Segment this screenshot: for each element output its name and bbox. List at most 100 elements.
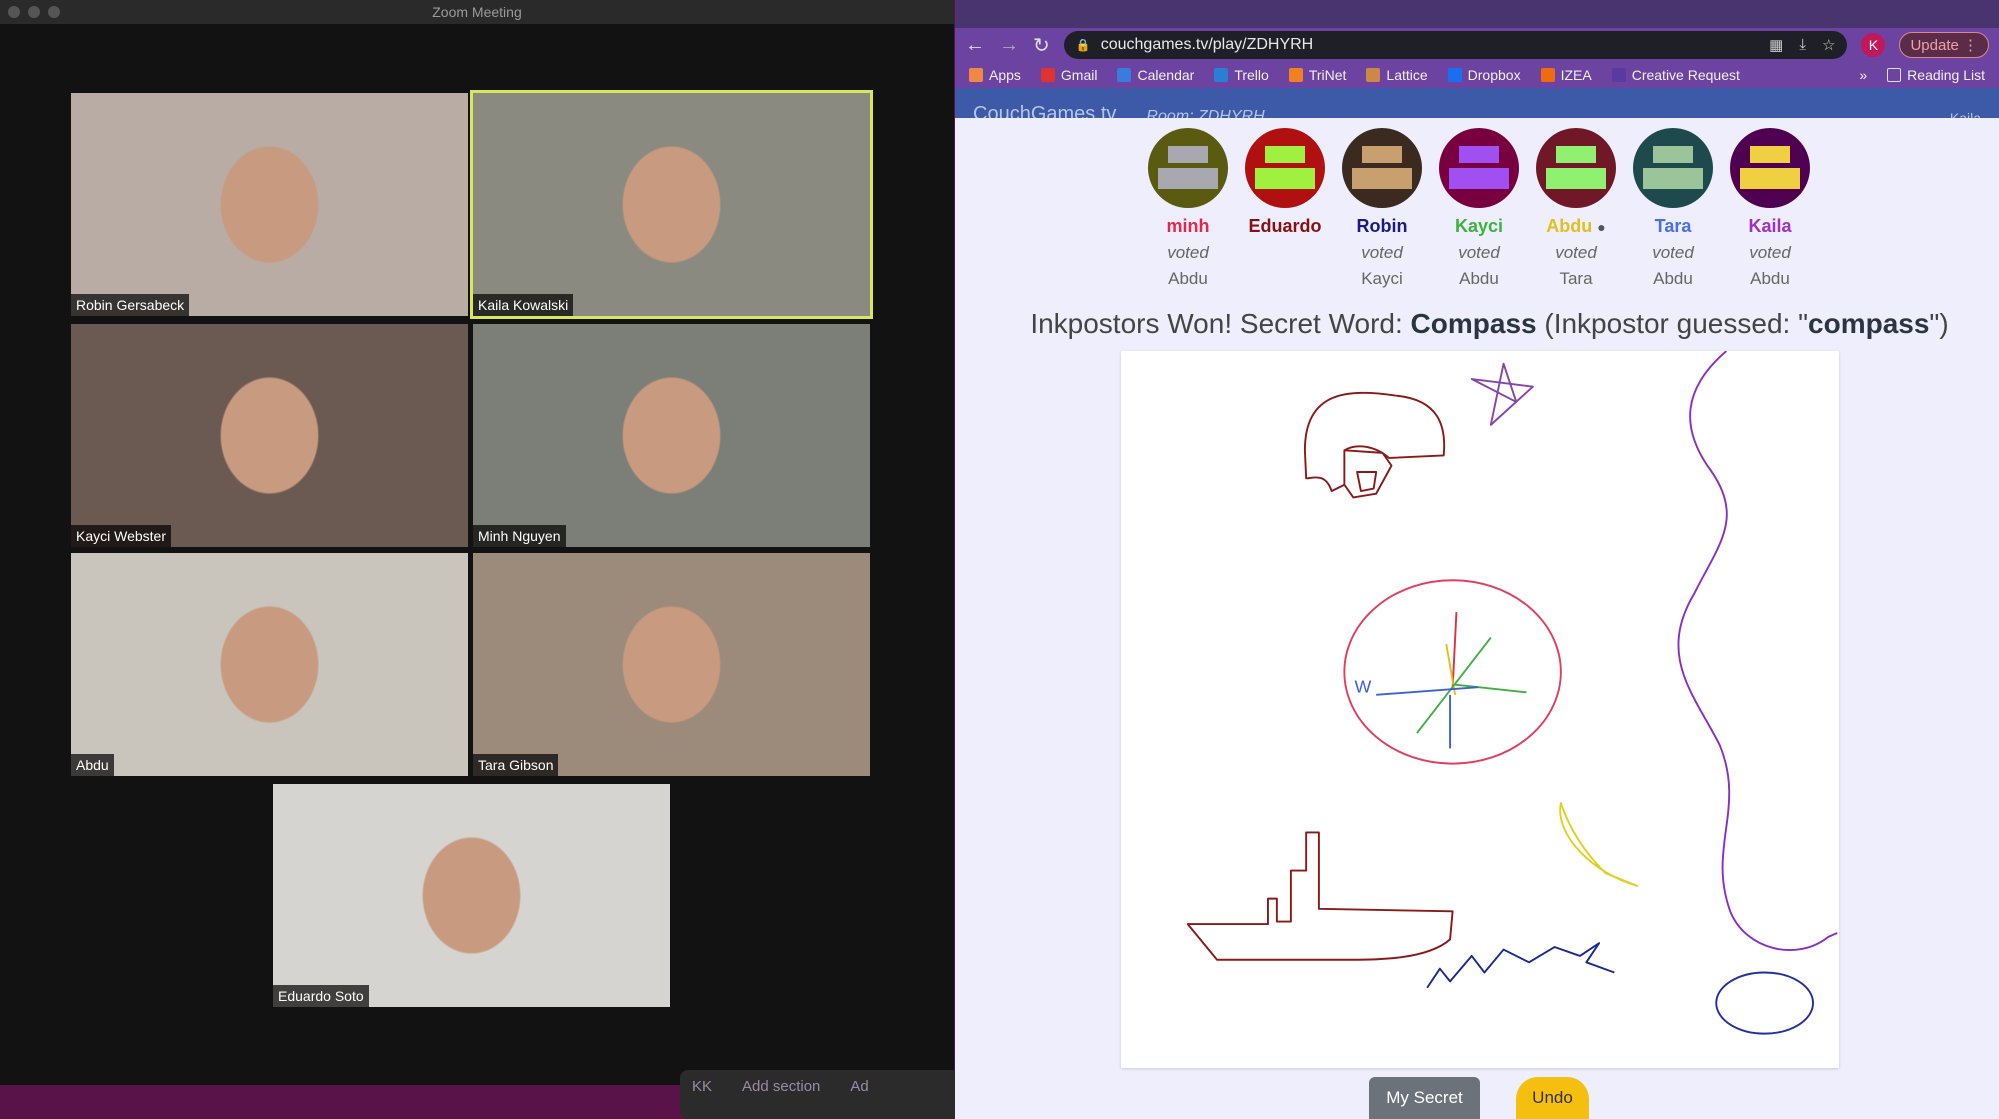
drawing-canvas[interactable]: W bbox=[1121, 350, 1839, 1068]
site-brand[interactable]: CouchGames.tv bbox=[973, 103, 1116, 118]
bookmark-label: TriNet bbox=[1308, 67, 1347, 83]
stroke-oval bbox=[1715, 971, 1814, 1035]
partial-item: Ad bbox=[850, 1078, 869, 1095]
player-name: minh bbox=[1166, 216, 1210, 236]
bookmark-icon bbox=[1447, 68, 1462, 82]
video-tile[interactable]: Abdu bbox=[71, 553, 468, 776]
address-bar[interactable]: 🔒 couchgames.tv/play/ZDHYRH ▦ ⤓ ☆ bbox=[1063, 31, 1848, 59]
bookmarks-overflow[interactable]: » bbox=[1859, 67, 1867, 83]
player-card: Tara voted Abdu bbox=[1625, 128, 1721, 289]
reload-icon[interactable]: ↻ bbox=[1033, 33, 1050, 58]
window-controls[interactable] bbox=[8, 6, 60, 18]
stroke-ship bbox=[1186, 831, 1454, 961]
stroke-compass-blue bbox=[1376, 686, 1479, 749]
voted-label: voted bbox=[1167, 243, 1209, 262]
player-name: Abdu bbox=[1546, 216, 1593, 236]
drawing-strokes: W bbox=[1186, 350, 1838, 1035]
stroke-hat bbox=[1303, 391, 1446, 499]
secret-word: Compass bbox=[1410, 308, 1537, 339]
install-icon[interactable]: ⤓ bbox=[1799, 36, 1806, 54]
video-tile[interactable]: Robin Gersabeck bbox=[71, 93, 468, 316]
player-avatar bbox=[1536, 128, 1616, 208]
player-avatar bbox=[1148, 128, 1228, 208]
player-avatar bbox=[1439, 128, 1519, 208]
bookmark-label: Lattice bbox=[1386, 67, 1428, 83]
vote-target: Abdu bbox=[1459, 269, 1499, 288]
player-card: Robin voted Kayci bbox=[1334, 128, 1430, 289]
zoom-bottom-bar: KK Add section Ad bbox=[680, 1070, 960, 1119]
video-tile[interactable]: Eduardo Soto bbox=[273, 784, 670, 1007]
bookmark-label: Trello bbox=[1234, 67, 1269, 83]
browser-window: ← → ↻ 🔒 couchgames.tv/play/ZDHYRH ▦ ⤓ ☆ K … bbox=[955, 0, 1999, 1119]
video-tile[interactable]: Kaila Kowalski bbox=[470, 90, 873, 319]
qr-icon[interactable]: ▦ bbox=[1769, 36, 1783, 54]
tab-strip[interactable] bbox=[955, 0, 1999, 28]
forward-icon[interactable]: → bbox=[999, 34, 1019, 57]
participant-name: Tara Gibson bbox=[473, 754, 559, 776]
bookmark-item[interactable]: Calendar bbox=[1117, 67, 1194, 83]
voted-label: voted bbox=[1361, 243, 1403, 262]
my-secret-button[interactable]: My Secret bbox=[1369, 1077, 1480, 1119]
voted-label: voted bbox=[1652, 243, 1694, 262]
player-card: Kayci voted Abdu bbox=[1431, 128, 1527, 289]
result-heading: Inkpostors Won! Secret Word: Compass (In… bbox=[955, 308, 1999, 340]
player-avatar bbox=[1633, 128, 1713, 208]
player-name: Kaila bbox=[1748, 216, 1792, 236]
stroke-compass-green bbox=[1416, 636, 1527, 734]
update-button[interactable]: Update ⋮ bbox=[1899, 32, 1989, 58]
voted-label: voted bbox=[1458, 243, 1500, 262]
player-name: Kayci bbox=[1454, 216, 1504, 236]
bookmarks-bar: Apps Gmail Calendar Trello TriNet Lattice Drop… bbox=[955, 62, 1999, 88]
bookmark-label: Gmail bbox=[1060, 67, 1098, 83]
video-tile[interactable]: Tara Gibson bbox=[473, 553, 870, 776]
stroke-compass-red bbox=[1451, 612, 1458, 689]
result-mid: (Inkpostor guessed: " bbox=[1536, 308, 1809, 339]
vote-target: Abdu bbox=[1653, 269, 1693, 288]
player-card: Kaila voted Abdu bbox=[1722, 128, 1818, 289]
profile-avatar[interactable]: K bbox=[1861, 33, 1886, 57]
add-section-button[interactable]: Add section bbox=[742, 1078, 820, 1095]
zoom-titlebar: Zoom Meeting bbox=[0, 0, 954, 24]
initials: KK bbox=[692, 1078, 713, 1095]
bookmark-icon bbox=[1540, 68, 1555, 82]
player-name: Tara bbox=[1654, 216, 1692, 236]
player-name: Robin bbox=[1356, 216, 1408, 236]
guessed-word: compass bbox=[1808, 308, 1930, 339]
room-code: Room: ZDHYRH bbox=[1146, 108, 1265, 118]
bookmark-icon bbox=[1288, 68, 1303, 82]
compass-w-label: W bbox=[1355, 676, 1372, 696]
reading-list-button[interactable]: Reading List bbox=[1887, 67, 1985, 83]
zoom-window: Zoom Meeting Robin Gersabeck Kaila Kowals… bbox=[0, 0, 960, 1119]
bookmark-label: IZEA bbox=[1560, 67, 1592, 83]
bookmark-item[interactable]: TriNet bbox=[1288, 67, 1347, 83]
bookmark-label: Apps bbox=[989, 67, 1021, 83]
bookmark-item[interactable]: Apps bbox=[969, 67, 1021, 83]
star-icon[interactable]: ☆ bbox=[1822, 36, 1835, 54]
player-avatar bbox=[1730, 128, 1810, 208]
browser-toolbar: ← → ↻ 🔒 couchgames.tv/play/ZDHYRH ▦ ⤓ ☆ K … bbox=[955, 28, 1999, 62]
bookmark-icon bbox=[1214, 68, 1229, 82]
player-card: Eduardo bbox=[1237, 128, 1333, 243]
url-text: couchgames.tv/play/ZDHYRH bbox=[1100, 36, 1314, 53]
user-name: Kaila bbox=[1949, 110, 1981, 118]
bookmark-item[interactable]: Gmail bbox=[1040, 67, 1098, 83]
undo-button[interactable]: Undo bbox=[1516, 1077, 1589, 1119]
back-icon[interactable]: ← bbox=[965, 34, 985, 57]
stroke-yellow-sail bbox=[1559, 802, 1639, 887]
bookmark-item[interactable]: Trello bbox=[1214, 67, 1269, 83]
player-card: Abdu ● voted Tara bbox=[1528, 128, 1624, 289]
video-tile[interactable]: Kayci Webster bbox=[71, 324, 468, 547]
host-icon: ● bbox=[1597, 219, 1606, 235]
bookmark-item[interactable]: IZEA bbox=[1540, 67, 1592, 83]
bookmark-item[interactable]: Lattice bbox=[1366, 67, 1428, 83]
result-suffix: ") bbox=[1929, 308, 1949, 339]
participant-name: Kaila Kowalski bbox=[473, 294, 574, 316]
reading-list-icon bbox=[1887, 68, 1902, 82]
reading-list-label: Reading List bbox=[1907, 67, 1985, 83]
participant-name: Minh Nguyen bbox=[473, 525, 566, 547]
voted-label: voted bbox=[1749, 243, 1791, 262]
bookmark-item[interactable]: Dropbox bbox=[1447, 67, 1521, 83]
video-tile[interactable]: Minh Nguyen bbox=[473, 324, 870, 547]
bookmark-item[interactable]: Creative Request bbox=[1611, 67, 1740, 83]
participant-name: Kayci Webster bbox=[71, 525, 171, 547]
